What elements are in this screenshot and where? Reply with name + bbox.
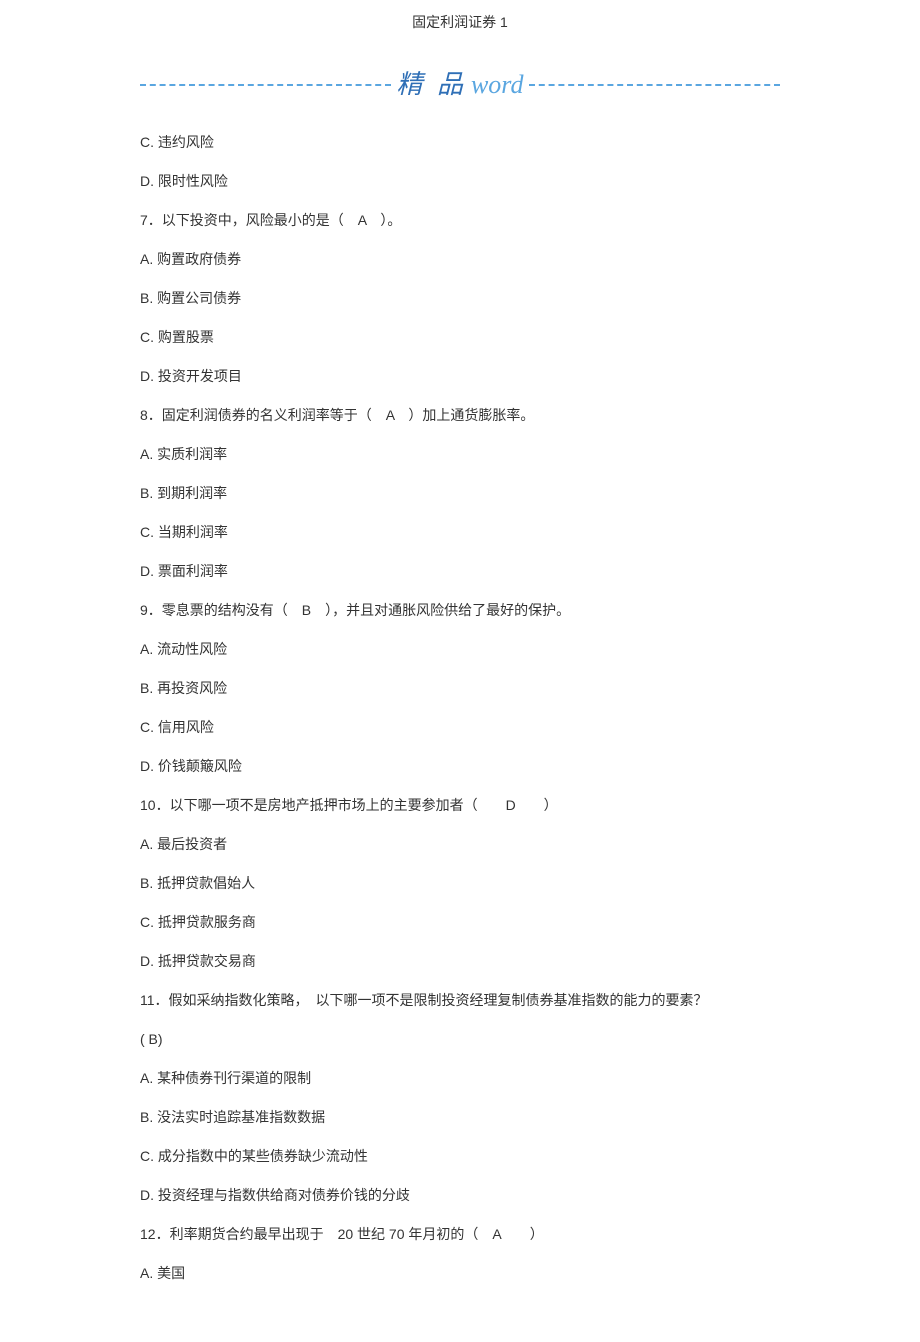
dashed-line-right	[529, 84, 780, 86]
body-line: A. 实质利润率	[140, 444, 780, 465]
brand-en: word	[471, 70, 524, 99]
body-line: C. 购置股票	[140, 327, 780, 348]
body-line: A. 购置政府债券	[140, 249, 780, 270]
body-line: D. 价钱颠簸风险	[140, 756, 780, 777]
dashed-line-left	[140, 84, 391, 86]
body-line: C. 抵押贷款服务商	[140, 912, 780, 933]
content-body: C. 违约风险 D. 限时性风险 7．以下投资中，风险最小的是（ A ）。 A.…	[140, 132, 780, 1284]
body-line: ( B)	[140, 1029, 780, 1050]
brand-text: 精 品 word	[391, 65, 530, 104]
body-line: D. 限时性风险	[140, 171, 780, 192]
body-line: A. 最后投资者	[140, 834, 780, 855]
body-line: A. 某种债券刊行渠道的限制	[140, 1068, 780, 1089]
body-line: 12．利率期货合约最早出现于 20 世纪 70 年月初的（ A ）	[140, 1224, 780, 1245]
divider-brand: 精 品 word	[140, 65, 780, 104]
body-line: D. 投资经理与指数供给商对债券价钱的分歧	[140, 1185, 780, 1206]
body-line: B. 抵押贷款倡始人	[140, 873, 780, 894]
page-title: 固定利润证券 1	[140, 12, 780, 33]
body-line: C. 当期利润率	[140, 522, 780, 543]
body-line: 11．假如采纳指数化策略， 以下哪一项不是限制投资经理复制债券基准指数的能力的要…	[140, 990, 780, 1011]
body-line: C. 违约风险	[140, 132, 780, 153]
body-line: C. 成分指数中的某些债券缺少流动性	[140, 1146, 780, 1167]
body-line: B. 再投资风险	[140, 678, 780, 699]
body-line: D. 投资开发项目	[140, 366, 780, 387]
body-line: D. 抵押贷款交易商	[140, 951, 780, 972]
body-line: D. 票面利润率	[140, 561, 780, 582]
body-line: A. 流动性风险	[140, 639, 780, 660]
body-line: 7．以下投资中，风险最小的是（ A ）。	[140, 210, 780, 231]
body-line: 8．固定利润债券的名义利润率等于（ A ）加上通货膨胀率。	[140, 405, 780, 426]
body-line: B. 购置公司债券	[140, 288, 780, 309]
body-line: B. 没法实时追踪基准指数数据	[140, 1107, 780, 1128]
body-line: C. 信用风险	[140, 717, 780, 738]
body-line: 9．零息票的结构没有（ B ），并且对通胀风险供给了最好的保护。	[140, 600, 780, 621]
body-line: 10．以下哪一项不是房地产抵押市场上的主要参加者（ D ）	[140, 795, 780, 816]
body-line: B. 到期利润率	[140, 483, 780, 504]
brand-cn: 精 品	[397, 70, 468, 99]
page: 固定利润证券 1 精 品 word C. 违约风险 D. 限时性风险 7．以下投…	[0, 0, 920, 1342]
body-line: A. 美国	[140, 1263, 780, 1284]
